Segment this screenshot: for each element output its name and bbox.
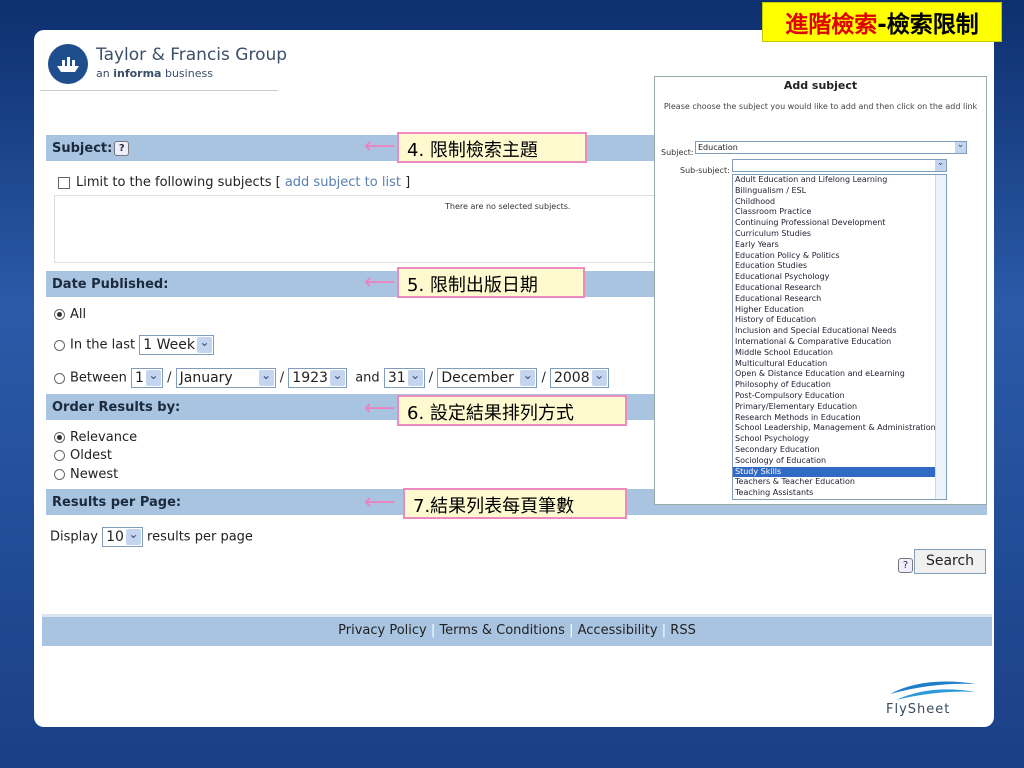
add-subject-panel: Add subject Please choose the subject yo…	[654, 76, 987, 505]
subsubject-option[interactable]: Teaching Assistants	[733, 488, 936, 499]
help-icon[interactable]: ?	[114, 141, 130, 156]
subsubject-option[interactable]: Childhood	[733, 197, 936, 208]
slide-title: 進階檢索 -檢索限制	[762, 2, 1002, 42]
subject-label: Subject:	[661, 148, 694, 157]
terms-link[interactable]: Terms & Conditions	[439, 623, 565, 638]
privacy-policy-link[interactable]: Privacy Policy	[338, 623, 427, 638]
tf-logo: Taylor & Francis Group an informa busine…	[48, 44, 298, 94]
search-button[interactable]: Search	[914, 549, 986, 574]
order-oldest-row: Oldest	[54, 448, 112, 463]
subsubject-option[interactable]: Open & Distance Education and eLearning	[733, 369, 936, 380]
subsubject-list[interactable]: Adult Education and Lifelong Learning Bil…	[732, 174, 947, 500]
date-all-radio[interactable]	[54, 309, 65, 320]
date-all-row: All	[54, 307, 86, 322]
subsubject-option[interactable]: Educational Research	[733, 294, 936, 305]
subsubject-option[interactable]: Secondary Education	[733, 445, 936, 456]
subsubject-option[interactable]: Education Studies	[733, 261, 936, 272]
flysheet-logo: FlySheet	[884, 670, 984, 720]
list-scrollbar[interactable]	[935, 175, 946, 499]
subsubject-option[interactable]: Higher Education	[733, 305, 936, 316]
subsubject-option[interactable]: School Leadership, Management & Administ…	[733, 423, 936, 434]
year-from-select[interactable]: 1923	[288, 368, 347, 388]
order-relevance-row: Relevance	[54, 430, 137, 445]
order-oldest-radio[interactable]	[54, 450, 65, 461]
limit-subjects-checkbox[interactable]	[58, 176, 70, 189]
flysheet-text: FlySheet	[886, 702, 951, 717]
subsubject-option[interactable]: Classroom Practice	[733, 207, 936, 218]
annotation-subject: 4. 限制檢索主題	[397, 132, 587, 163]
subsubject-select[interactable]	[732, 159, 947, 172]
annotation-order: 6. 設定結果排列方式	[397, 395, 627, 426]
order-newest-row: Newest	[54, 467, 118, 482]
perpage-row: Display 10 results per page	[50, 527, 253, 547]
subsubject-option[interactable]: Curriculum Studies	[733, 229, 936, 240]
subsubject-option[interactable]: Philosophy of Education	[733, 380, 936, 391]
subsubject-option[interactable]: Research Methods in Education	[733, 413, 936, 424]
subsubject-option[interactable]: Study Skills	[733, 466, 936, 478]
subsubject-option[interactable]: Inclusion and Special Educational Needs	[733, 326, 936, 337]
order-relevance-radio[interactable]	[54, 432, 65, 443]
subsubject-option[interactable]: Educational Psychology	[733, 272, 936, 283]
subsubject-option[interactable]: School Psychology	[733, 434, 936, 445]
annotation-perpage: 7.結果列表每頁筆數	[403, 488, 627, 519]
date-inlast-radio[interactable]	[54, 339, 65, 351]
date-between-radio[interactable]	[54, 372, 65, 384]
ship-icon	[48, 44, 88, 84]
day-from-select[interactable]: 1	[131, 368, 163, 388]
wave-icon	[890, 681, 976, 700]
footer-bar: Privacy Policy | Terms & Conditions | Ac…	[42, 614, 992, 646]
subsubject-option[interactable]: International & Comparative Education	[733, 337, 936, 348]
arrow-icon: ⟵	[364, 490, 396, 515]
perpage-select[interactable]: 10	[102, 527, 143, 547]
month-from-select[interactable]: January	[175, 368, 276, 388]
subsubject-option[interactable]: Adult Education and Lifelong Learning	[733, 175, 936, 186]
subsubject-option[interactable]: Multicultural Education	[733, 359, 936, 370]
subsubject-option[interactable]: Continuing Professional Development	[733, 218, 936, 229]
subsubject-label: Sub-subject:	[680, 166, 730, 175]
panel-instruction: Please choose the subject you would like…	[663, 102, 978, 111]
rss-link[interactable]: RSS	[670, 623, 696, 638]
arrow-icon: ⟵	[364, 396, 396, 421]
subsubject-option[interactable]: Sociology of Education	[733, 456, 936, 467]
panel-title: Add subject	[783, 79, 858, 92]
logo-name: Taylor & Francis Group	[96, 45, 288, 65]
search-help-icon[interactable]: ?	[898, 558, 913, 573]
empty-subjects-text: There are no selected subjects.	[445, 202, 571, 211]
date-between-row: Between 1 / January / 1923 and 31 / Dece…	[54, 368, 609, 388]
subsubject-option[interactable]: Post-Compulsory Education	[733, 391, 936, 402]
subsubject-option[interactable]: Bilingualism / ESL	[733, 186, 936, 197]
year-to-select[interactable]: 2008	[549, 368, 609, 388]
add-subject-link[interactable]: add subject to list	[285, 175, 401, 190]
limit-subjects-row: Limit to the following subjects [ add su…	[58, 175, 410, 190]
annotation-date: 5. 限制出版日期	[397, 267, 585, 298]
arrow-icon: ⟵	[364, 134, 396, 159]
day-to-select[interactable]: 31	[383, 368, 425, 388]
accessibility-link[interactable]: Accessibility	[578, 623, 658, 638]
subsubject-option[interactable]: History of Education	[733, 315, 936, 326]
inlast-select[interactable]: 1 Week	[139, 335, 214, 355]
arrow-icon: ⟵	[364, 270, 396, 295]
subsubject-option[interactable]: Primary/Elementary Education	[733, 402, 936, 413]
subsubject-option[interactable]: Middle School Education	[733, 348, 936, 359]
logo-divider	[40, 90, 278, 91]
date-inlast-row: In the last 1 Week	[54, 335, 214, 355]
subsubject-option[interactable]: Educational Research	[733, 283, 936, 294]
order-newest-radio[interactable]	[54, 469, 65, 480]
subject-select[interactable]: Education	[695, 141, 967, 154]
subsubject-option[interactable]: Teachers & Teacher Education	[733, 477, 936, 488]
logo-tagline: an informa business	[96, 67, 213, 80]
subsubject-option[interactable]: Early Years	[733, 240, 936, 251]
subsubject-option[interactable]: Education Policy & Politics	[733, 251, 936, 262]
month-to-select[interactable]: December	[437, 368, 538, 388]
